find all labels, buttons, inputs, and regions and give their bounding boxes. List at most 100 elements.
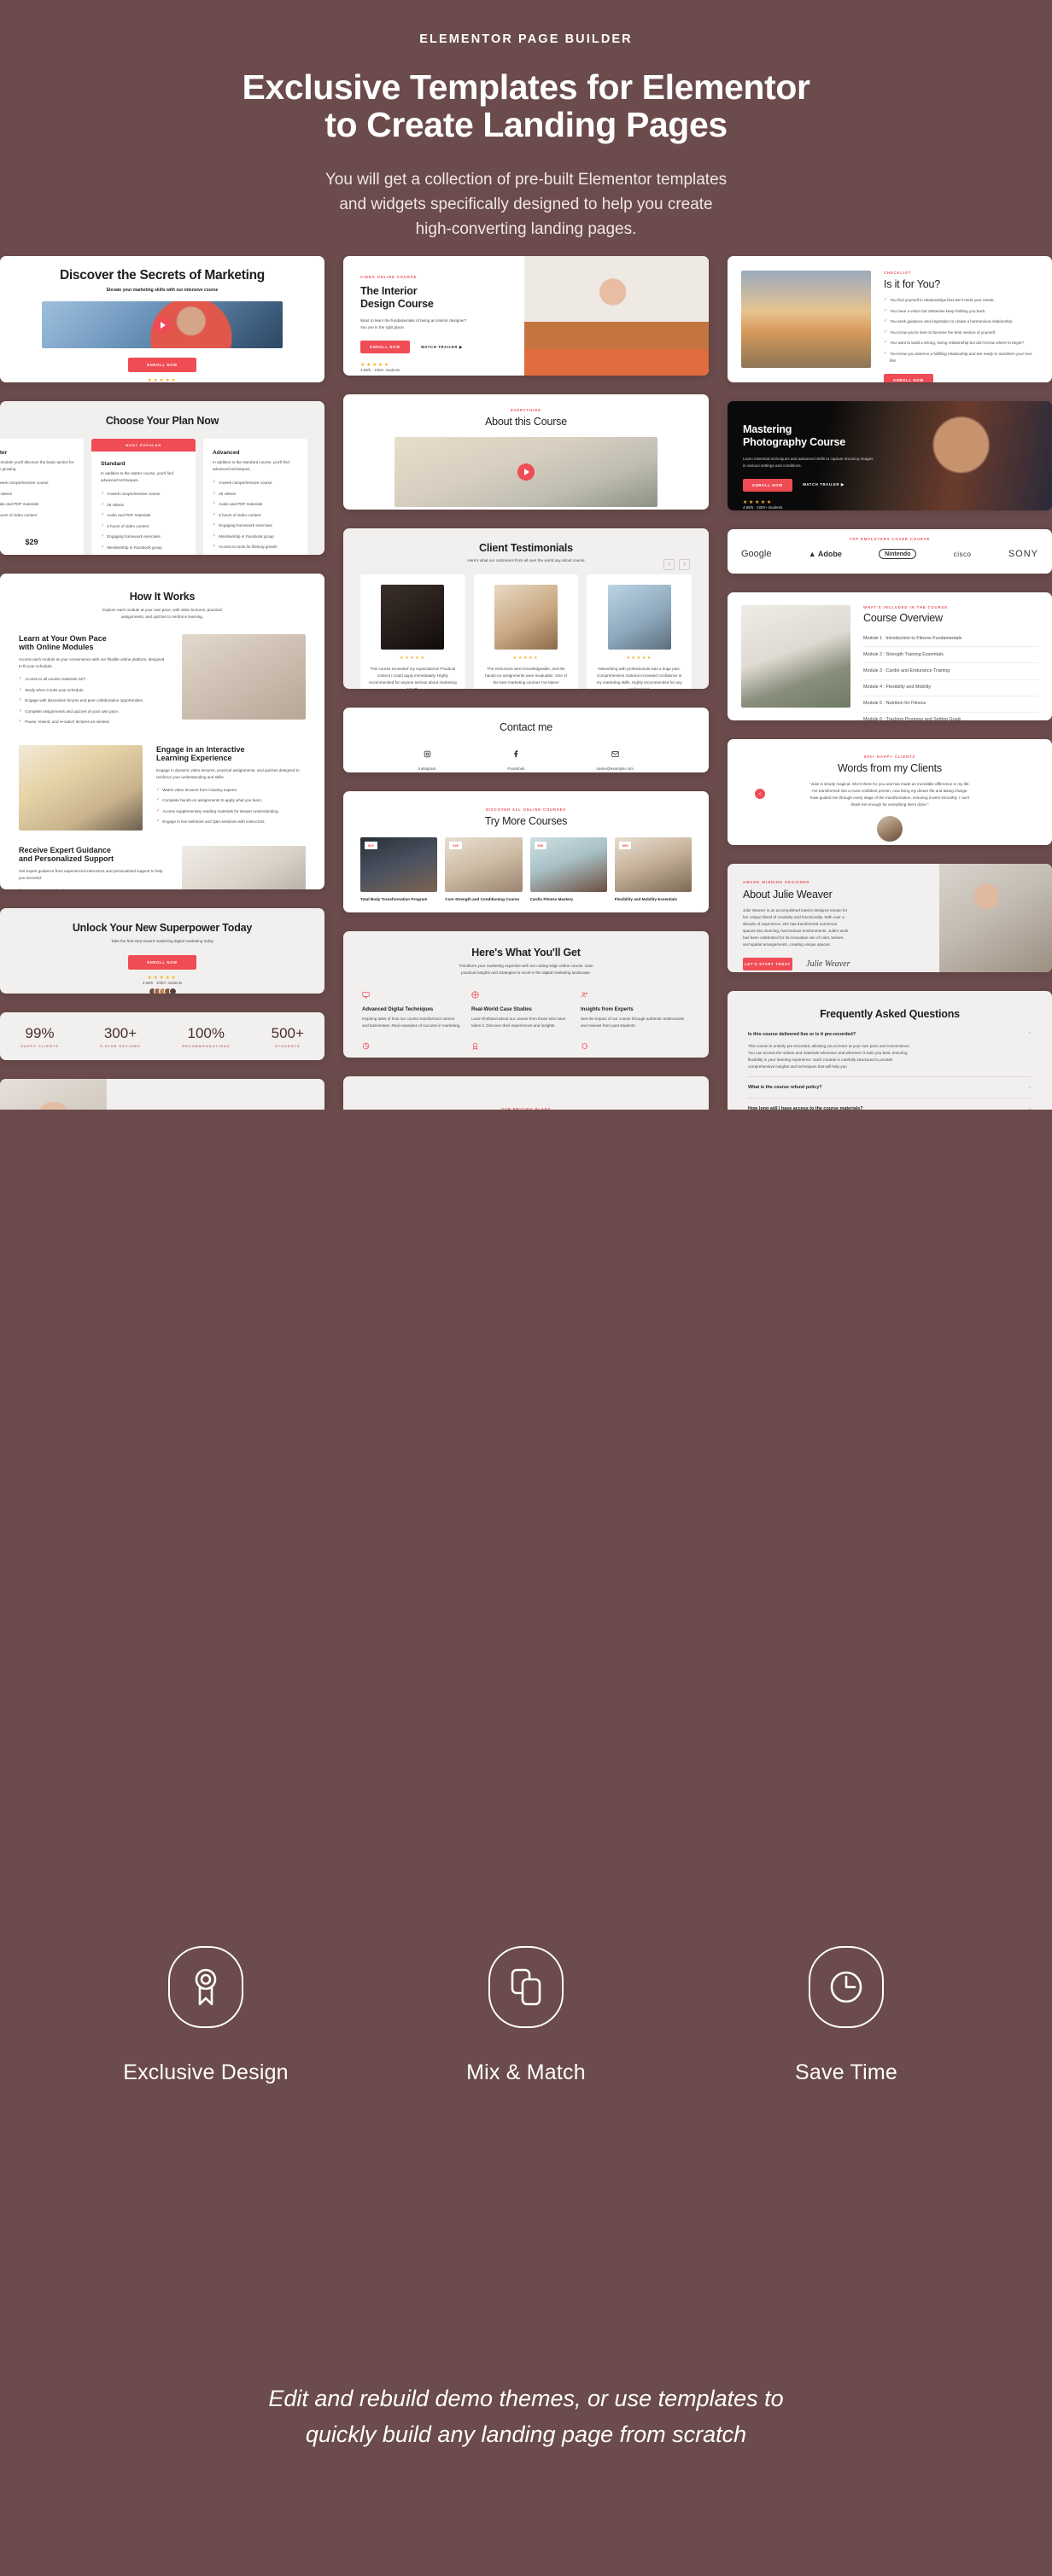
stat-item: 500+ STUDENTS — [272, 1025, 304, 1048]
about-julie-cta-button[interactable]: LET'S START TODAY — [743, 958, 792, 971]
stat-label: STUDENTS — [274, 1043, 301, 1048]
template-card-faq[interactable]: Frequently Asked Questions Is this cours… — [728, 991, 1052, 1110]
module-row[interactable]: Module 2 : Strength Training Essentials — [863, 647, 1038, 664]
page-title: Exclusive Templates for Elementor to Cre… — [0, 68, 1052, 144]
faq-item[interactable]: How long will I have access to the cours… — [748, 1099, 1032, 1110]
plan-desc: In addition to the standard course, you'… — [213, 460, 289, 472]
plan-desc: In addition to the starter course, you'l… — [101, 471, 173, 483]
module-row[interactable]: Module 1 : Introduction to Fitness Funda… — [863, 631, 1038, 648]
block-image-phone — [182, 634, 306, 720]
interior-enroll-button[interactable]: ENROLL NOW — [360, 341, 410, 354]
pricing-plan-advanced[interactable]: Advanced In addition to the standard cou… — [203, 439, 307, 555]
template-card-testimonials[interactable]: Client Testimonials Here's what our cust… — [343, 528, 709, 689]
course-card[interactable]: $59 Flexibility and Mobility Essentials — [614, 837, 692, 903]
faq-item-open[interactable]: Is this course delivered live or is it p… — [748, 1032, 1032, 1078]
template-card-is-it-for-you[interactable]: CHECKLIST Is it for You? ✓ You find yours… — [728, 256, 1052, 382]
clock-icon-box — [809, 1946, 884, 2028]
contact-item-instagram[interactable]: Instagram — [418, 747, 435, 772]
template-card-interior-design[interactable]: VIDEO ONLINE COURSE The Interior Design C… — [343, 256, 709, 376]
marketing-hero-title: Discover the Secrets of Marketing — [60, 268, 265, 283]
checklist-item: You know you're here to become the best … — [890, 329, 996, 335]
course-overview-title: Course Overview — [863, 612, 943, 624]
stat-label: 5-STAR REVIEWS — [100, 1043, 141, 1048]
module-row[interactable]: Module 3 : Cardio and Endurance Training — [863, 663, 1038, 680]
course-card[interactable]: $49 Core Strength and Conditioning Cours… — [445, 837, 523, 903]
is-it-for-you-enroll-button[interactable]: ENROLL NOW — [884, 373, 933, 382]
how-it-works-title: How It Works — [129, 591, 196, 603]
play-icon[interactable] — [154, 316, 171, 334]
cta-enroll-button[interactable]: ENROLL NOW — [128, 955, 196, 970]
template-card-cta[interactable]: Unlock Your New Superpower Today Take th… — [0, 908, 324, 994]
module-row[interactable]: Module 4 : Flexibility and Mobility — [863, 680, 1038, 696]
template-card-employers[interactable]: TOP EMPLOYERS COVER COURSE Google ▲ Adob… — [728, 529, 1052, 574]
interior-kicker: VIDEO ONLINE COURSE — [360, 275, 418, 279]
included-title: Advanced Digital Techniques — [362, 1007, 434, 1013]
gallery-column-right: CHECKLIST Is it for You? ✓ You find yours… — [728, 256, 1052, 1110]
mail-icon — [611, 751, 619, 757]
module-row[interactable]: Module 6 : Tracking Progress and Setting… — [863, 713, 1038, 720]
about-course-video-thumb[interactable] — [394, 437, 658, 507]
template-card-whats-included[interactable]: Here's What You'll Get Transform your ma… — [343, 931, 709, 1058]
bullet: Complete hands-on assignments to apply w… — [162, 798, 263, 803]
template-card-how-it-works[interactable]: How It Works Explore each module at your… — [0, 574, 324, 889]
plan-feature: Membership in Facebook group — [107, 545, 162, 550]
stat-item: 100% RECOMMENDATIONS — [182, 1025, 230, 1048]
course-name: Total Body Transformation Program — [360, 897, 428, 901]
pricing-plan-starter[interactable]: Starter In this module you'll discover t… — [0, 439, 84, 555]
hero-sub-line3: high-converting landing pages. — [415, 220, 637, 239]
testimonial-card[interactable]: ★★★★★ Networking with professionals was … — [587, 574, 693, 689]
template-card-words-clients[interactable]: ‹ 500+ HAPPY CLIENTS Words from my Clien… — [728, 739, 1052, 845]
template-card-about-cynthia[interactable]: About Cynthia Harris Cynthia Harris is a… — [0, 1079, 324, 1110]
course-card[interactable]: $39 Cardio Fitness Mastery — [529, 837, 607, 903]
marketing-hero-subtitle: Elevate your marketing skills with our i… — [106, 288, 219, 294]
contact-item-facebook[interactable]: Facebook — [507, 747, 525, 772]
chat-icon — [582, 1043, 588, 1049]
template-card-about-course[interactable]: EVERYTHING About this Course — [343, 394, 709, 510]
photography-desc: Learn essential techniques and advanced … — [743, 456, 874, 468]
module-row[interactable]: Module 5 : Nutrition for Fitness — [863, 696, 1038, 713]
testimonials-prev-button[interactable]: ‹ — [663, 559, 675, 570]
plan-price: $29 — [25, 537, 38, 546]
faq-item[interactable]: What is the course refund policy? ⌄ — [748, 1077, 1032, 1099]
template-card-photography[interactable]: Mastering Photography Course Learn essent… — [728, 401, 1052, 510]
testimonial-avatar — [381, 585, 445, 650]
plan-feature: 26 videos — [107, 502, 124, 507]
award-badge-icon-box — [168, 1946, 243, 2028]
pricing-plan-standard[interactable]: MOST POPULAR Standard In addition to the… — [91, 439, 196, 555]
interior-stars: ★★★★★ — [360, 363, 390, 369]
hero-subtitle: You will get a collection of pre-built E… — [0, 167, 1052, 242]
photography-watch-trailer-link[interactable]: WATCH TRAILER ▶ — [803, 482, 845, 487]
feature-label: Save Time — [795, 2060, 897, 2084]
is-it-for-you-title: Is it for You? — [884, 278, 940, 290]
plan-feature: 5 hours of video content — [0, 512, 38, 517]
template-card-more-courses[interactable]: DISCOVER ALL ONLINE COURSES Try More Cou… — [343, 791, 709, 912]
interior-watch-trailer-link[interactable]: WATCH TRAILER ▶ — [421, 345, 463, 350]
contact-item-email[interactable]: name@example.com — [597, 747, 634, 772]
avatar-group — [0, 988, 324, 994]
photography-enroll-button[interactable]: ENROLL NOW — [743, 478, 792, 492]
testimonial-card[interactable]: ★★★★★ This course exceeded my expectatio… — [360, 574, 465, 689]
course-card[interactable]: $29 Total Body Transformation Program — [360, 837, 438, 903]
photography-rating: 4.98/5 · 1000+ students — [743, 504, 783, 510]
included-item: Insights from Experts See the impact of … — [581, 988, 690, 1029]
template-card-pricing[interactable]: Choose Your Plan Now Starter In this mod… — [0, 401, 324, 555]
template-card-stats[interactable]: 99% HAPPY CLIENTS 300+ 5-STAR REVIEWS 10… — [0, 1012, 324, 1060]
template-card-contact[interactable]: Contact me Instagram Facebook name@examp… — [343, 708, 709, 772]
course-overview-kicker: WHAT'S INCLUDED IN THE COURSE — [863, 605, 948, 609]
testimonial-card[interactable]: ★★★★★ The instructors were knowledgeable… — [473, 574, 579, 689]
marketing-hero-enroll-button[interactable]: ENROLL NOW — [128, 358, 196, 373]
template-card-about-julie[interactable]: AWARD WINNING DESIGNER About Julie Weave… — [728, 864, 1052, 972]
words-prev-button[interactable]: ‹ — [755, 789, 765, 799]
marketing-hero-video-thumb[interactable] — [42, 301, 283, 349]
template-card-marketing-hero[interactable]: Discover the Secrets of Marketing Elevat… — [0, 256, 324, 382]
template-card-course-overview[interactable]: WHAT'S INCLUDED IN THE COURSE Course Ove… — [728, 592, 1052, 720]
people-icon — [581, 992, 587, 998]
template-card-pricing-plans-2[interactable]: OUR PRICING PLANS Pricing Plans Standard… — [343, 1076, 709, 1110]
play-icon[interactable] — [517, 463, 535, 481]
plan-feature: 4-week comprehensive course — [107, 492, 161, 497]
stat-value: 300+ — [103, 1024, 137, 1041]
testimonials-next-button[interactable]: › — [679, 559, 690, 570]
faq-question: How long will I have access to the cours… — [748, 1106, 863, 1110]
about-julie-signature: Julie Weaver — [806, 959, 850, 970]
photography-title: Mastering Photography Course — [743, 423, 846, 449]
